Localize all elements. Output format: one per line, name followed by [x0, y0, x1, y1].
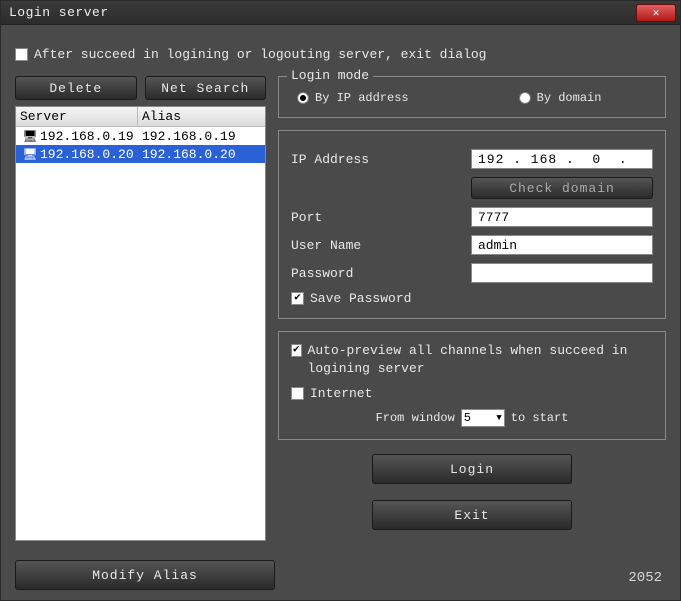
password-row: Password: [291, 263, 653, 283]
ip-label: IP Address: [291, 152, 471, 167]
list-header: Server Alias: [16, 107, 265, 127]
from-window-row: From window 5 ▼ to start: [291, 409, 653, 427]
username-row: User Name: [291, 235, 653, 255]
server-list[interactable]: Server Alias 🖥 192.168.0.19 192.168.0.19…: [15, 106, 266, 541]
login-button[interactable]: Login: [372, 454, 572, 484]
radio-by-domain-label: By domain: [537, 91, 602, 105]
header-server[interactable]: Server: [16, 107, 138, 126]
radio-by-ip-label: By IP address: [315, 91, 409, 105]
left-button-row: Delete Net Search: [15, 76, 266, 100]
internet-label: Internet: [310, 386, 372, 401]
ip-row: IP Address: [291, 149, 653, 169]
radio-by-domain[interactable]: By domain: [519, 91, 602, 105]
password-input[interactable]: [471, 263, 653, 283]
login-mode-radios: By IP address By domain: [297, 91, 653, 105]
exit-button[interactable]: Exit: [372, 500, 572, 530]
port-row: Port: [291, 207, 653, 227]
bottom-bar: Modify Alias 2052: [15, 560, 666, 590]
server-cell: 192.168.0.19: [40, 129, 134, 144]
alias-cell: 192.168.0.19: [138, 127, 265, 146]
username-input[interactable]: [471, 235, 653, 255]
login-mode-legend: Login mode: [287, 68, 373, 83]
chevron-down-icon: ▼: [496, 413, 501, 423]
internet-row: Internet: [291, 386, 653, 401]
options-fieldset: Auto-preview all channels when succeed i…: [278, 331, 666, 440]
server-icon: 🖥: [22, 146, 38, 162]
close-button[interactable]: ✕: [636, 4, 676, 22]
exit-after-row: After succeed in logining or logouting s…: [15, 47, 666, 62]
header-alias[interactable]: Alias: [138, 107, 265, 126]
from-window-suffix: to start: [511, 411, 569, 425]
titlebar: Login server ✕: [1, 1, 680, 25]
exit-after-label: After succeed in logining or logouting s…: [34, 47, 486, 62]
save-password-checkbox[interactable]: [291, 292, 304, 305]
from-window-prefix: From window: [376, 411, 455, 425]
main-columns: Delete Net Search Server Alias 🖥 192.168…: [15, 76, 666, 541]
list-item[interactable]: 🖥 192.168.0.20 192.168.0.20: [16, 145, 265, 163]
net-search-button[interactable]: Net Search: [145, 76, 267, 100]
save-password-label: Save Password: [310, 291, 411, 306]
close-icon: ✕: [653, 6, 660, 20]
username-label: User Name: [291, 238, 471, 253]
internet-checkbox[interactable]: [291, 387, 304, 400]
from-window-select[interactable]: 5 ▼: [461, 409, 505, 427]
content-area: After succeed in logining or logouting s…: [1, 25, 680, 549]
exit-after-checkbox[interactable]: [15, 48, 28, 61]
save-password-row: Save Password: [291, 291, 653, 306]
list-item[interactable]: 🖥 192.168.0.19 192.168.0.19: [16, 127, 265, 145]
radio-dot-icon: [297, 92, 309, 104]
login-server-window: Login server ✕ After succeed in logining…: [0, 0, 681, 601]
port-label: Port: [291, 210, 471, 225]
password-label: Password: [291, 266, 471, 281]
window-title: Login server: [9, 5, 109, 20]
from-window-value: 5: [464, 411, 471, 425]
check-domain-row: Check domain: [291, 177, 653, 199]
port-input[interactable]: [471, 207, 653, 227]
login-mode-fieldset: Login mode By IP address By domain: [278, 76, 666, 118]
footer-number: 2052: [628, 570, 662, 586]
auto-preview-checkbox[interactable]: [291, 344, 302, 357]
delete-button[interactable]: Delete: [15, 76, 137, 100]
auto-preview-row: Auto-preview all channels when succeed i…: [291, 342, 653, 378]
radio-by-ip[interactable]: By IP address: [297, 91, 409, 105]
check-domain-button[interactable]: Check domain: [471, 177, 653, 199]
alias-cell: 192.168.0.20: [138, 145, 265, 164]
left-column: Delete Net Search Server Alias 🖥 192.168…: [15, 76, 266, 541]
server-cell: 192.168.0.20: [40, 147, 134, 162]
modify-alias-button[interactable]: Modify Alias: [15, 560, 275, 590]
action-buttons: Login Exit: [278, 454, 666, 530]
radio-dot-icon: [519, 92, 531, 104]
auto-preview-label: Auto-preview all channels when succeed i…: [308, 342, 653, 378]
server-icon: 🖥: [22, 128, 38, 144]
ip-input[interactable]: [471, 149, 653, 169]
credentials-fieldset: IP Address Check domain Port User Name: [278, 130, 666, 319]
right-column: Login mode By IP address By domain: [278, 76, 666, 541]
